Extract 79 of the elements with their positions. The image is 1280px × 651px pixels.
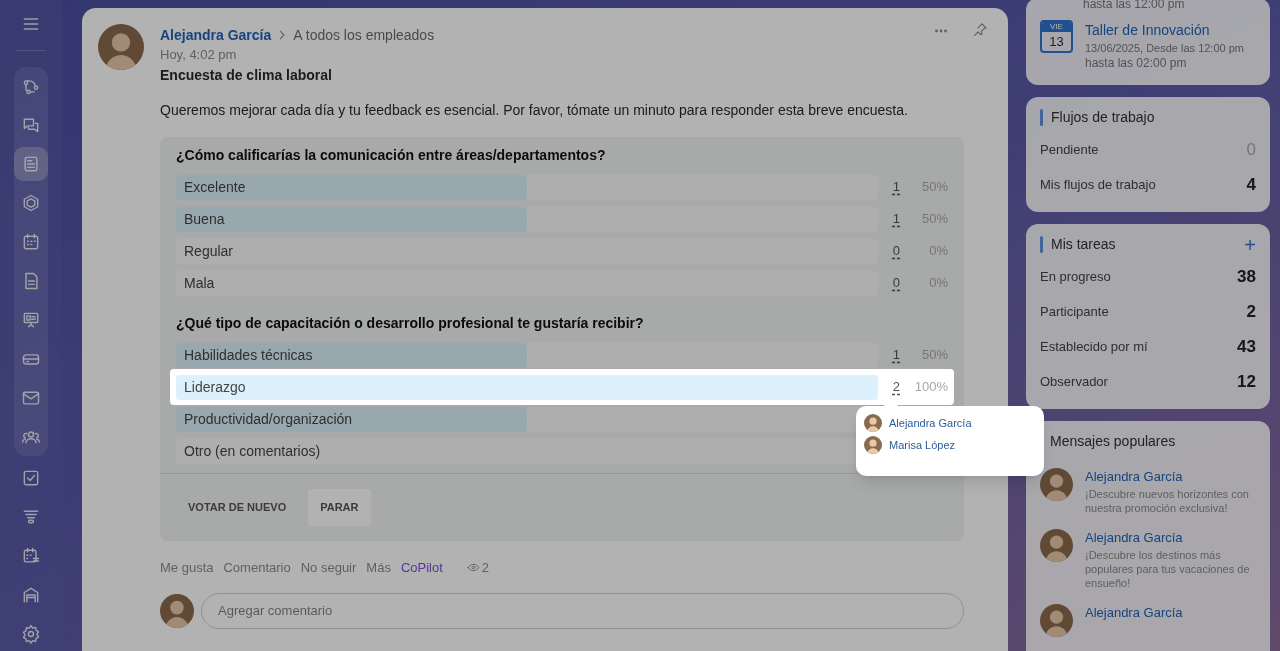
pin-icon[interactable] — [972, 22, 988, 38]
settings-icon[interactable] — [21, 624, 41, 644]
post-preview: ¡Descubre los destinos más populares para tus vacaciones de ensueño! — [1085, 548, 1251, 590]
author-avatar — [98, 24, 144, 70]
calendar-icon[interactable] — [21, 232, 41, 252]
post-preview: ¡Descubre nuevos horizontes con nuestra promoción exclusiva! — [1085, 487, 1250, 515]
news-icon[interactable] — [21, 154, 41, 174]
voter-avatar — [864, 436, 882, 454]
author-avatar — [1040, 468, 1073, 501]
garage-icon[interactable] — [21, 585, 41, 605]
answer-label: Buena — [183, 210, 226, 227]
widget-title: Mis tareas — [1051, 235, 1117, 254]
poll-question: ¿Qué tipo de capacitación o desarrollo profesional te gustaría recibir? — [176, 314, 645, 333]
vote-count[interactable]: 1 — [892, 345, 900, 365]
action-link[interactable]: Comentario — [223, 558, 291, 578]
counter-value: 2 — [1246, 300, 1256, 323]
author-link[interactable]: Alejandra García — [1085, 468, 1256, 486]
vote-count[interactable]: 2 — [892, 377, 900, 397]
comment-field[interactable]: Agregar comentario — [201, 592, 964, 629]
add-button[interactable]: + — [1244, 234, 1256, 255]
view-count: 2 — [481, 559, 490, 577]
poll-question: ¿Cómo calificarías la comunicación entre áreas/departamentos? — [176, 146, 607, 165]
answer-label: Productividad/organización — [183, 410, 354, 427]
vote-count[interactable]: 1 — [892, 209, 900, 229]
counter-value: 38 — [1237, 265, 1256, 288]
day-number: 13 — [1049, 33, 1064, 51]
title-accent — [1040, 236, 1043, 253]
presentation-icon[interactable] — [21, 310, 41, 330]
action-link[interactable]: Me gusta — [160, 558, 214, 578]
author-link[interactable]: Alejandra García — [1085, 529, 1256, 547]
voter-link[interactable]: Alejandra García — [889, 414, 972, 432]
hexagon-icon[interactable] — [21, 193, 41, 213]
answer-label: Excelente — [183, 178, 247, 195]
action-link[interactable]: No seguir — [300, 558, 357, 578]
vote-count[interactable]: 0 — [892, 241, 900, 261]
event-title[interactable]: Taller de Innovación — [1085, 20, 1244, 40]
poll-button[interactable]: PARAR — [308, 489, 371, 526]
weekday: VIE — [1042, 22, 1071, 32]
title-accent — [1040, 109, 1043, 126]
action-link[interactable]: CoPilot — [400, 558, 443, 578]
action-link[interactable]: Más — [366, 558, 391, 578]
post-title: Encuesta de clima laboral — [160, 66, 333, 85]
post-time: Hoy, 4:02 pm — [160, 46, 238, 64]
event-time: hasta las 02:00 pm — [1085, 56, 1188, 71]
counter-value: 12 — [1237, 370, 1256, 393]
voter-link[interactable]: Marisa López — [889, 436, 956, 454]
chat-icon[interactable] — [21, 115, 41, 135]
counter-row[interactable]: En progreso 38 — [1040, 263, 1256, 290]
counter-value: 43 — [1237, 335, 1256, 358]
answer-label: Mala — [183, 274, 216, 291]
mail-icon[interactable] — [21, 388, 41, 408]
counter-row[interactable]: Mis flujos de trabajo 4 — [1040, 171, 1256, 198]
user-avatar — [160, 593, 194, 628]
author-avatar — [1040, 529, 1073, 562]
answer-label: Liderazgo — [183, 378, 247, 395]
vote-count[interactable]: 1 — [892, 177, 900, 197]
voter-avatar — [864, 414, 882, 432]
widget-title: Mensajes populares — [1050, 432, 1177, 451]
funnel-icon[interactable] — [21, 507, 41, 527]
widget-title: Flujos de trabajo — [1051, 108, 1156, 127]
recipient: A todos los empleados — [293, 26, 435, 45]
counter-row[interactable]: Establecido por mí 43 — [1040, 333, 1256, 360]
task-check-icon[interactable] — [21, 468, 41, 488]
answer-label: Regular — [183, 242, 235, 259]
counter-row[interactable]: Participante 2 — [1040, 298, 1256, 325]
post-body: Queremos mejorar cada día y tu feedback es esencial. Por favor, tómate un minuto para responder esta breve encuesta. — [160, 101, 909, 120]
event-time: 13/06/2025, Desde las 12:00 pm — [1085, 41, 1244, 56]
poll-button[interactable]: VOTAR DE NUEVO — [176, 489, 299, 526]
counter-value: 4 — [1246, 173, 1256, 196]
author-link[interactable]: Alejandra García — [1085, 604, 1183, 622]
schedule-icon[interactable] — [21, 546, 41, 566]
author-avatar — [1040, 604, 1073, 637]
answer-label: Otro (en comentarios) — [183, 442, 322, 459]
answer-label: Habilidades técnicas — [183, 346, 314, 363]
vote-count[interactable]: 0 — [892, 273, 900, 293]
author-link[interactable]: Alejandra García — [160, 25, 272, 45]
vote-percent: 100% — [913, 378, 948, 397]
event-time: hasta las 12:00 pm — [1082, 0, 1186, 10]
counter-row[interactable]: Observador 12 — [1040, 368, 1256, 395]
